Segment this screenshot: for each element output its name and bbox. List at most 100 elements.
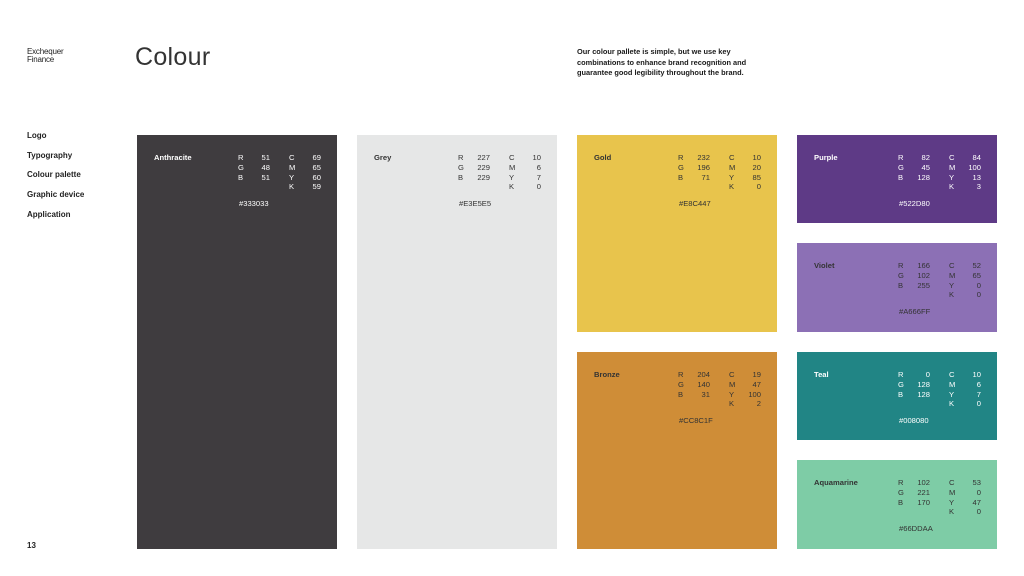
channel-label: G: [898, 270, 904, 280]
page-number: 13: [27, 541, 36, 550]
swatch-grey: Grey R 227 G 229 B 229 C 10 M 6 Y 7 K 0 #E3E5E5: [357, 135, 557, 549]
channel-label: Y: [729, 389, 735, 399]
channel-label: C: [729, 370, 735, 379]
channel-label: C: [949, 478, 955, 487]
channel-value: 0: [536, 182, 541, 192]
swatch-violet: Violet R 166 G 102 B 255 C 52 M 65 Y 0 K 0 #A666FF: [797, 243, 997, 332]
channel-value: 84: [972, 153, 981, 162]
channel-label: M: [289, 162, 296, 172]
swatch-cmyk-row: Y 13: [949, 173, 981, 183]
swatch-aquamarine: Aquamarine R 102 G 221 B 170 C 53 M 0 Y 47 K 0 #66DDAA: [797, 460, 997, 549]
channel-value: 128: [917, 379, 930, 389]
channel-label: Y: [509, 172, 515, 182]
swatch-cmyk-row: K3: [949, 182, 981, 192]
swatch-cmyk-values: C 19 M 47 Y 100 K 2: [729, 370, 761, 409]
channel-label: G: [238, 162, 244, 172]
channel-value: 51: [261, 153, 270, 162]
nav-item-colour-palette[interactable]: Colour palette: [27, 170, 84, 190]
swatch-cmyk-values: C 10 M 6 Y 7 K 0: [949, 370, 981, 409]
channel-label: M: [729, 162, 736, 172]
swatch-cmyk-values: C 52 M 65 Y 0 K 0: [949, 261, 981, 300]
channel-value: 229: [477, 162, 490, 172]
channel-value: 71: [701, 172, 710, 182]
channel-value: 31: [701, 389, 710, 399]
channel-label: K: [729, 399, 735, 409]
channel-label: K: [509, 182, 515, 192]
swatch-rgb-row: R 227: [458, 153, 490, 163]
swatch-anthracite: Anthracite R 51 G 48 B 51 C 69 M 65 Y 60 K 59 #333033: [137, 135, 337, 549]
channel-value: 47: [752, 379, 761, 389]
swatch-cmyk-row: M 100: [949, 163, 981, 173]
channel-label: Y: [949, 497, 955, 507]
channel-label: G: [898, 379, 904, 389]
channel-value: 51: [261, 172, 270, 182]
swatch-cmyk-row: C 19: [729, 370, 761, 380]
nav-item-logo[interactable]: Logo: [27, 131, 84, 151]
swatch-name: Teal: [814, 370, 829, 379]
swatch-cmyk-row: Y7: [949, 390, 981, 400]
swatch-rgb-values: R 82 G 45 B 128: [898, 153, 930, 182]
channel-value: 19: [752, 370, 761, 379]
channel-label: B: [898, 172, 904, 182]
swatch-cmyk-values: C 84 M 100 Y 13 K 3: [949, 153, 981, 192]
channel-label: K: [949, 507, 955, 517]
intro-text: Our colour pallete is simple, but we use…: [577, 47, 747, 77]
channel-value: 100: [748, 389, 761, 399]
channel-value: 140: [697, 379, 710, 389]
swatch-name: Aquamarine: [814, 478, 858, 487]
swatch-cmyk-row: K 59: [289, 182, 321, 192]
channel-label: G: [898, 162, 904, 172]
channel-value: 255: [917, 280, 930, 290]
swatch-cmyk-row: M6: [949, 380, 981, 390]
swatch-name: Bronze: [594, 370, 620, 379]
swatch-rgb-values: R 0 G 128 B 128: [898, 370, 930, 399]
channel-value: 0: [976, 487, 981, 497]
channel-label: C: [949, 261, 955, 270]
channel-value: 166: [917, 261, 930, 270]
channel-label: B: [678, 172, 684, 182]
swatch-rgb-row: G 102: [898, 271, 930, 281]
swatch-cmyk-row: K0: [949, 399, 981, 409]
swatch-rgb-row: G 128: [898, 380, 930, 390]
nav-item-graphic-device[interactable]: Graphic device: [27, 190, 84, 210]
swatch-hex-code: #333033: [239, 199, 269, 208]
channel-value: 6: [536, 162, 541, 172]
swatch-cmyk-row: Y7: [509, 173, 541, 183]
swatch-cmyk-values: C 53 M 0 Y 47 K 0: [949, 478, 981, 517]
swatch-teal: Teal R 0 G 128 B 128 C 10 M 6 Y 7 K 0 #008080: [797, 352, 997, 440]
channel-label: G: [678, 379, 684, 389]
swatch-rgb-row: G 48: [238, 163, 270, 173]
channel-value: 59: [312, 182, 321, 192]
channel-label: B: [898, 497, 904, 507]
channel-label: C: [509, 153, 515, 162]
swatch-rgb-values: R 166 G 102 B 255: [898, 261, 930, 290]
channel-label: M: [949, 379, 956, 389]
channel-label: K: [949, 290, 955, 300]
channel-label: M: [949, 270, 956, 280]
channel-label: K: [949, 182, 955, 192]
channel-label: B: [678, 389, 684, 399]
channel-label: M: [729, 379, 736, 389]
swatch-rgb-row: G 140: [678, 380, 710, 390]
channel-value: 0: [925, 370, 930, 379]
swatch-cmyk-row: K0: [509, 182, 541, 192]
swatch-rgb-row: B 128: [898, 173, 930, 183]
swatch-cmyk-values: C 69 M 65 Y 60 K 59: [289, 153, 321, 192]
channel-label: R: [678, 370, 684, 379]
channel-label: Y: [949, 280, 955, 290]
swatch-rgb-row: B 128: [898, 390, 930, 400]
channel-label: B: [458, 172, 464, 182]
swatch-rgb-row: B 51: [238, 173, 270, 183]
swatch-rgb-row: B 31: [678, 390, 710, 400]
swatch-hex-code: #66DDAA: [899, 524, 933, 533]
channel-value: 227: [477, 153, 490, 162]
nav-item-application[interactable]: Application: [27, 210, 84, 230]
swatch-rgb-row: R 232: [678, 153, 710, 163]
swatch-rgb-row: R0: [898, 370, 930, 380]
channel-value: 53: [972, 478, 981, 487]
swatch-cmyk-row: Y 60: [289, 173, 321, 183]
swatch-cmyk-row: Y 85: [729, 173, 761, 183]
channel-value: 170: [917, 497, 930, 507]
nav-item-typography[interactable]: Typography: [27, 151, 84, 171]
swatch-rgb-row: R 102: [898, 478, 930, 488]
